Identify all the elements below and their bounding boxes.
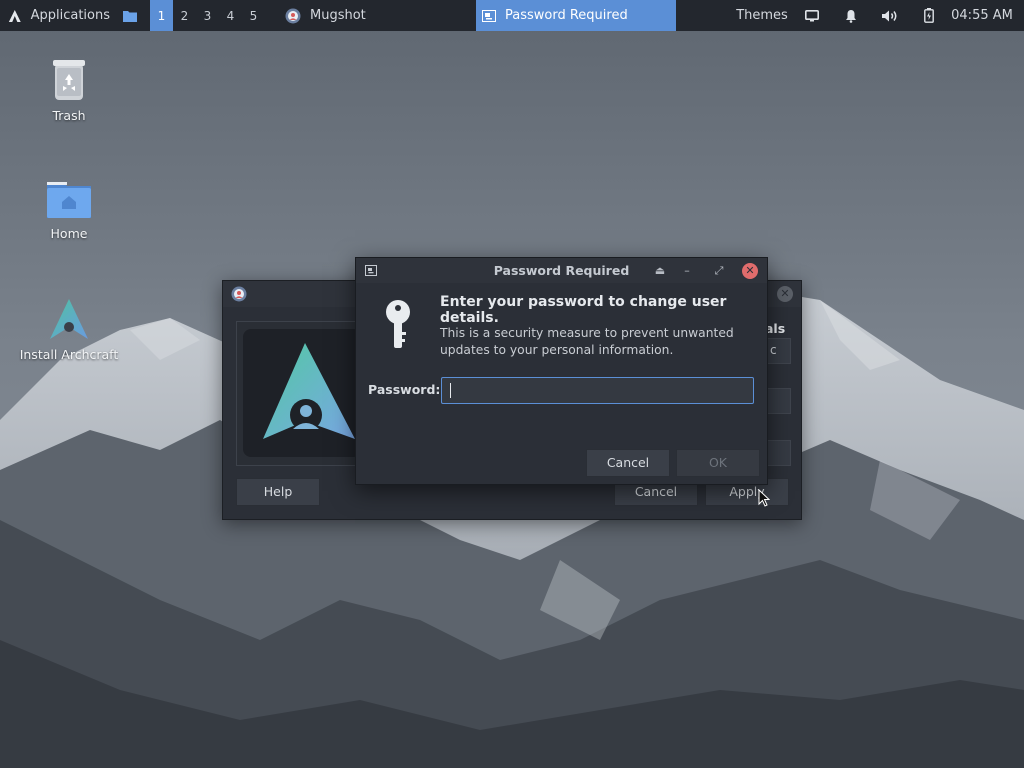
mouse-pointer-icon — [758, 489, 770, 507]
ok-button[interactable]: OK — [676, 449, 760, 477]
cancel-button[interactable]: Cancel — [586, 449, 670, 477]
taskbar-item-mugshot[interactable]: Mugshot — [275, 0, 376, 31]
themes-button[interactable]: Themes — [732, 0, 792, 31]
mugshot-app-icon — [231, 286, 247, 302]
password-dialog: Password Required ⏏ – ⤢ ✕ Enter your pas… — [355, 257, 768, 485]
notifications-button[interactable] — [831, 0, 870, 31]
workspace-2[interactable]: 2 — [173, 0, 196, 31]
bell-icon — [845, 9, 856, 23]
panel-tray: Themes 04:55 AM — [732, 0, 1024, 31]
applications-menu-button[interactable]: Applications — [0, 0, 110, 31]
maximize-icon[interactable]: ⤢ — [711, 263, 727, 279]
password-input[interactable] — [441, 377, 754, 404]
taskbar-item-label: Password Required — [505, 8, 628, 23]
minimize-icon[interactable]: – — [679, 263, 695, 279]
volume-icon — [881, 10, 896, 21]
dialog-description: This is a security measure to prevent un… — [440, 326, 734, 357]
display-settings-button[interactable] — [792, 0, 831, 31]
clock[interactable]: 04:55 AM — [948, 0, 1024, 31]
home-folder-icon — [47, 182, 91, 218]
shade-icon[interactable]: ⏏ — [652, 263, 668, 279]
desktop-icon-home[interactable]: Home — [19, 178, 119, 241]
close-icon[interactable]: ✕ — [777, 286, 793, 302]
battery-icon — [923, 8, 934, 23]
help-button[interactable]: Help — [236, 478, 320, 506]
folder-icon — [123, 10, 137, 22]
taskbar-item-password-required[interactable]: Password Required — [476, 0, 676, 31]
archcraft-logo-icon — [8, 9, 21, 22]
archcraft-installer-icon — [50, 299, 88, 339]
key-icon — [386, 300, 410, 348]
mugshot-app-icon — [285, 8, 301, 23]
applications-menu-label: Applications — [30, 8, 110, 23]
archcraft-avatar-icon — [263, 343, 355, 439]
desktop-icon-label: Home — [50, 226, 88, 241]
desktop-icon-label: Install Archcraft — [19, 347, 119, 362]
dialog-title: Password Required — [493, 263, 630, 278]
workspace-5[interactable]: 5 — [242, 0, 265, 31]
volume-button[interactable] — [870, 0, 909, 31]
file-manager-launcher[interactable] — [110, 0, 150, 31]
desktop-icon-label: Trash — [52, 108, 86, 123]
trash-icon — [53, 60, 85, 100]
taskbar-item-label: Mugshot — [310, 8, 366, 23]
desktop-icon-install-archcraft[interactable]: Install Archcraft — [19, 297, 119, 362]
display-icon — [804, 9, 819, 21]
close-icon[interactable]: ✕ — [742, 263, 758, 279]
dialog-window-icon — [482, 9, 496, 22]
workspace-4[interactable]: 4 — [219, 0, 242, 31]
dialog-titlebar[interactable]: Password Required ⏏ – ⤢ ✕ — [356, 258, 767, 283]
workspace-3[interactable]: 3 — [196, 0, 219, 31]
text-caret — [450, 383, 451, 398]
dialog-heading: Enter your password to change user detai… — [440, 294, 727, 326]
desktop-icon-trash[interactable]: Trash — [19, 58, 119, 123]
top-panel: Applications 1 2 3 4 5 Mugshot Password … — [0, 0, 1024, 31]
user-image-frame[interactable] — [236, 321, 366, 466]
password-label: Password: — [368, 382, 441, 397]
user-image — [243, 329, 361, 457]
battery-button[interactable] — [909, 0, 948, 31]
details-label-partial: als — [765, 321, 786, 336]
workspace-1[interactable]: 1 — [150, 0, 173, 31]
